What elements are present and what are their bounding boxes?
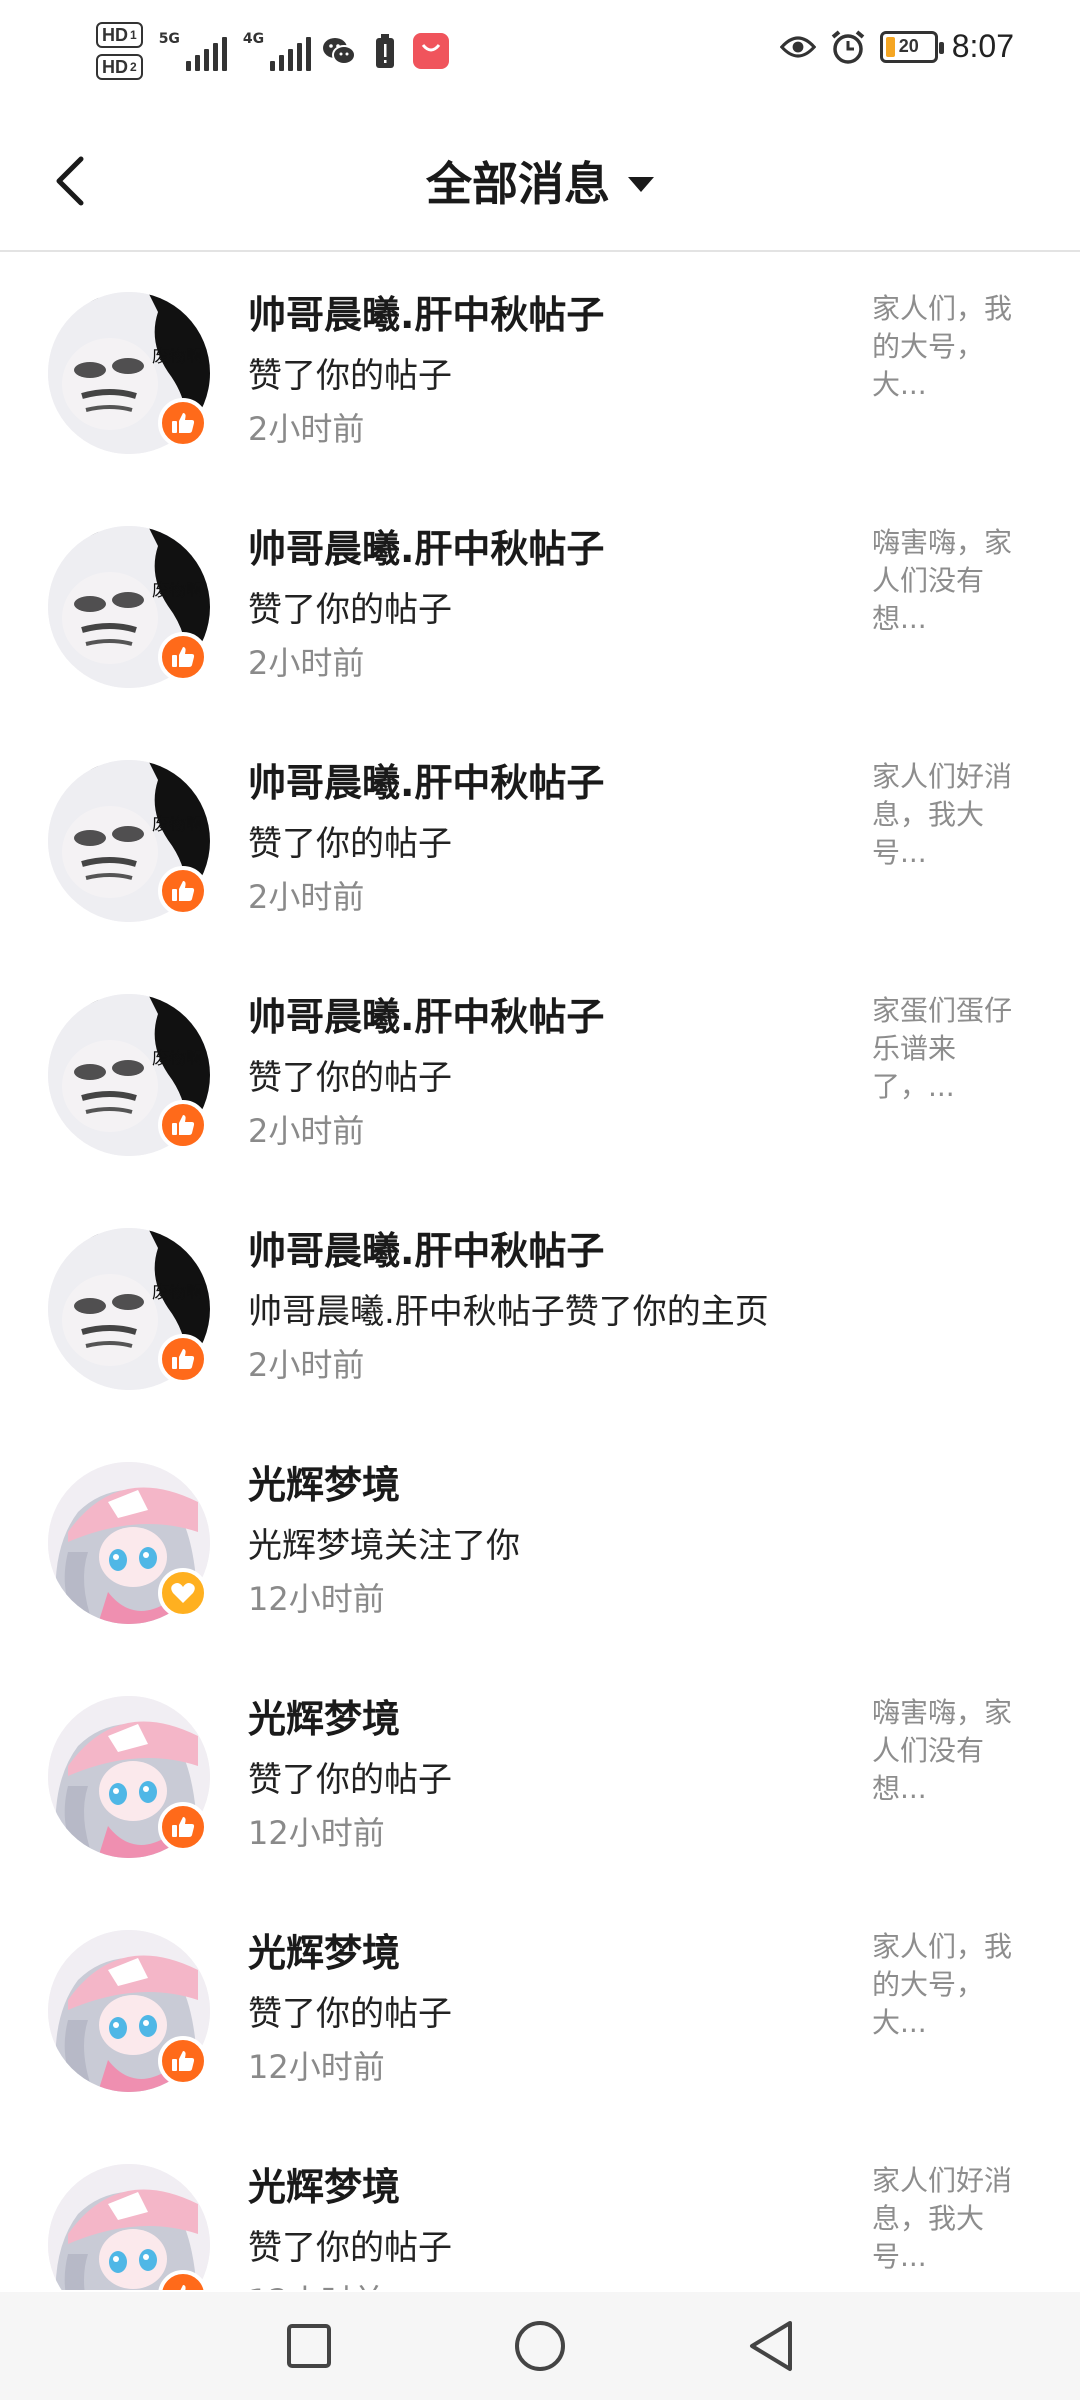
signal-bar <box>212 43 218 71</box>
message-item[interactable]: 废物啊 帅哥晨曦.肝中秋帖子 赞了你的帖子 2小时前 嗨害嗨，家人们没有想... <box>0 488 1080 722</box>
page-header: 全部消息 <box>0 112 1080 252</box>
signal-bar <box>270 61 276 71</box>
battery-level: 20 <box>898 36 919 56</box>
action-text: 光辉梦境关注了你 <box>248 1526 520 1566</box>
sender-name[interactable]: 帅哥晨曦.肝中秋帖子 <box>248 1220 604 1275</box>
post-preview[interactable]: 家人们好消息，我大号... <box>872 758 1032 872</box>
wechat-icon <box>321 33 357 69</box>
status-right: 20 8:07 <box>779 28 1014 65</box>
message-item[interactable]: 废物啊 帅哥晨曦.肝中秋帖子 赞了你的帖子 2小时前 家人们好消息，我大号... <box>0 722 1080 956</box>
timestamp: 2小时前 <box>248 1112 365 1150</box>
hd1-sub: 1 <box>130 28 137 42</box>
alarm-icon <box>830 29 866 65</box>
battery-icon: 20 <box>879 30 944 63</box>
action-text: 赞了你的帖子 <box>248 824 452 864</box>
post-preview[interactable]: 家人们，我的大号，大... <box>872 290 1032 404</box>
timestamp: 2小时前 <box>248 1346 365 1384</box>
home-circle-icon[interactable] <box>505 2314 575 2378</box>
avatar-caption: 废物啊 <box>152 1049 203 1069</box>
message-item[interactable]: 光辉梦境 赞了你的帖子 12小时前 家人们，我的大号，大... <box>0 1892 1080 2126</box>
system-nav-bar <box>0 2292 1080 2400</box>
message-item[interactable]: 光辉梦境 赞了你的帖子 12小时前 家人们好消息，我大号... <box>0 2126 1080 2290</box>
hd2-sub: 2 <box>130 60 137 74</box>
action-text: 赞了你的帖子 <box>248 2228 452 2268</box>
avatar-caption: 废物啊 <box>152 347 203 367</box>
signal-5g-label: 5G <box>158 31 180 47</box>
thumbs-up-badge-icon <box>158 866 208 916</box>
signal-icon-5g: 5G <box>159 31 227 71</box>
message-list[interactable]: 废物啊 帅哥晨曦.肝中秋帖子 赞了你的帖子 2小时前 家人们，我的大号，大...… <box>0 254 1080 2290</box>
timestamp: 12小时前 <box>248 1814 385 1852</box>
heart-badge-icon <box>158 1568 208 1618</box>
timestamp: 12小时前 <box>248 2276 385 2290</box>
hd1-text: HD <box>102 25 128 45</box>
sender-name[interactable]: 光辉梦境 <box>248 1454 400 1509</box>
action-text: 赞了你的帖子 <box>248 590 452 630</box>
hd1-badge: HD 1 <box>96 22 143 48</box>
app-store-icon <box>413 33 450 69</box>
avatar-caption: 废物啊 <box>152 581 203 601</box>
message-item[interactable]: 光辉梦境 赞了你的帖子 12小时前 嗨害嗨，家人们没有想... <box>0 1658 1080 1892</box>
thumbs-up-badge-icon <box>158 1334 208 1384</box>
sender-name[interactable]: 光辉梦境 <box>248 2156 400 2211</box>
thumbs-up-badge-icon <box>158 1802 208 1852</box>
thumbs-up-badge-icon <box>158 398 208 448</box>
sender-name[interactable]: 光辉梦境 <box>248 1922 400 1977</box>
timestamp: 2小时前 <box>248 410 365 448</box>
signal-bar <box>288 49 294 71</box>
page-title: 全部消息 <box>426 157 610 211</box>
post-preview[interactable]: 嗨害嗨，家人们没有想... <box>872 1694 1032 1808</box>
signal-bar <box>185 61 191 71</box>
message-item[interactable]: 废物啊 帅哥晨曦.肝中秋帖子 赞了你的帖子 2小时前 家人们，我的大号，大... <box>0 254 1080 488</box>
eye-icon <box>779 29 816 65</box>
post-preview[interactable]: 家人们好消息，我大号... <box>872 2162 1032 2276</box>
recents-square-icon[interactable] <box>274 2314 344 2378</box>
message-item[interactable]: 废物啊 帅哥晨曦.肝中秋帖子 赞了你的帖子 2小时前 家蛋们蛋仔乐谱来了，... <box>0 956 1080 1190</box>
action-text: 帅哥晨曦.肝中秋帖子赞了你的主页 <box>248 1292 769 1332</box>
signal-4g-label: 4G <box>242 31 265 47</box>
thumbs-up-badge-icon <box>158 1100 208 1150</box>
signal-bar <box>279 55 285 71</box>
status-bar: HD 1 HD 2 5G 4G 20 8:07 <box>0 0 1080 110</box>
avatar-caption: 废物啊 <box>152 1283 203 1303</box>
timestamp: 12小时前 <box>248 1580 385 1618</box>
signal-bar <box>221 37 227 71</box>
timestamp: 2小时前 <box>248 878 365 916</box>
timestamp: 2小时前 <box>248 644 365 682</box>
hd2-badge: HD 2 <box>96 54 143 80</box>
sender-name[interactable]: 光辉梦境 <box>248 1688 400 1743</box>
signal-icon-4g: 4G <box>242 31 312 71</box>
signal-bar <box>306 37 312 71</box>
clock-time: 8:07 <box>951 28 1014 64</box>
message-item[interactable]: 废物啊 帅哥晨曦.肝中秋帖子 帅哥晨曦.肝中秋帖子赞了你的主页 2小时前 <box>0 1190 1080 1424</box>
sender-name[interactable]: 帅哥晨曦.肝中秋帖子 <box>248 986 604 1041</box>
thumbs-up-badge-icon <box>158 2036 208 2086</box>
back-triangle-icon[interactable] <box>736 2314 806 2378</box>
action-text: 赞了你的帖子 <box>248 1058 452 1098</box>
action-text: 赞了你的帖子 <box>248 356 452 396</box>
thumbs-up-badge-icon <box>158 632 208 682</box>
message-filter-dropdown[interactable]: 全部消息 <box>0 148 1080 214</box>
avatar-caption: 废物啊 <box>152 815 203 835</box>
post-preview[interactable]: 家人们，我的大号，大... <box>872 1928 1032 2042</box>
action-text: 赞了你的帖子 <box>248 1760 452 1800</box>
sender-name[interactable]: 帅哥晨曦.肝中秋帖子 <box>248 518 604 573</box>
message-item[interactable]: 光辉梦境 光辉梦境关注了你 12小时前 <box>0 1424 1080 1658</box>
sender-name[interactable]: 帅哥晨曦.肝中秋帖子 <box>248 284 604 339</box>
post-preview[interactable]: 嗨害嗨，家人们没有想... <box>872 524 1032 638</box>
battery-fill <box>885 36 895 57</box>
signal-bar <box>194 55 200 71</box>
timestamp: 12小时前 <box>248 2048 385 2086</box>
signal-bar <box>297 43 303 71</box>
post-preview[interactable]: 家蛋们蛋仔乐谱来了，... <box>872 992 1032 1106</box>
action-text: 赞了你的帖子 <box>248 1994 452 2034</box>
caret-down-icon <box>628 176 654 192</box>
status-left: HD 1 HD 2 5G 4G <box>96 22 450 80</box>
hd2-text: HD <box>102 57 128 77</box>
signal-bar <box>203 49 209 71</box>
hd-indicators: HD 1 HD 2 <box>96 22 143 80</box>
sender-name[interactable]: 帅哥晨曦.肝中秋帖子 <box>248 752 604 807</box>
battery-alert-icon <box>367 33 403 69</box>
